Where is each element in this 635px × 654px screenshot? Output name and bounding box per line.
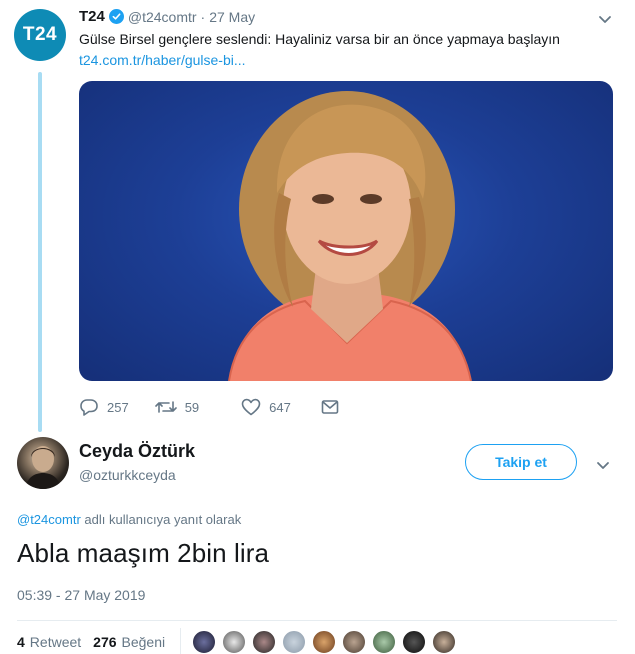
chevron-down-icon[interactable]: [596, 458, 610, 476]
reply-context: @t24comtr adlı kullanıcıya yanıt olarak: [17, 512, 241, 527]
liker-avatar[interactable]: [312, 630, 336, 654]
like-action[interactable]: 647: [241, 398, 291, 416]
reply-tweet-text: Abla maaşım 2bin lira: [17, 538, 270, 568]
avatar-logo-text: T24: [22, 24, 58, 45]
t24-avatar[interactable]: T24: [14, 9, 66, 61]
retweet-action[interactable]: 59: [154, 398, 200, 416]
header-separator: ·: [200, 8, 206, 25]
like-count: 647: [269, 399, 291, 415]
liker-avatar[interactable]: [282, 630, 306, 654]
parent-tweet-link[interactable]: t24.com.tr/haber/gulse-bi...: [79, 52, 246, 68]
reply-mention-link[interactable]: @t24comtr: [17, 512, 81, 527]
liker-avatar[interactable]: [192, 630, 216, 654]
retweet-total-label[interactable]: Retweet: [30, 634, 81, 650]
follow-button[interactable]: Takip et: [465, 444, 577, 480]
like-total-label[interactable]: Beğeni: [122, 634, 166, 650]
parent-author-handle[interactable]: @t24comtr: [128, 9, 197, 25]
portrait-illustration: [228, 91, 472, 381]
reply-author-name[interactable]: Ceyda Öztürk: [79, 441, 195, 462]
reply-timestamp[interactable]: 05:39 - 27 May 2019: [17, 587, 145, 603]
avatar-photo: [25, 446, 61, 489]
reply-author-avatar[interactable]: [17, 437, 69, 489]
reply-context-text: adlı kullanıcıya yanıt olarak: [80, 512, 242, 527]
direct-message-action[interactable]: [321, 399, 339, 415]
reply-stats: 4 Retweet 276 Beğeni: [17, 634, 165, 650]
retweet-icon: [154, 401, 177, 413]
stats-separator: [180, 628, 181, 654]
retweet-total[interactable]: 4: [17, 634, 25, 650]
like-total[interactable]: 276: [93, 634, 116, 650]
reply-action[interactable]: 257: [79, 398, 129, 416]
parent-author-name[interactable]: T24: [79, 8, 105, 25]
tweet-photo[interactable]: [79, 81, 613, 381]
liker-avatar[interactable]: [402, 630, 426, 654]
reply-icon: [80, 399, 98, 416]
liker-avatars: [192, 630, 462, 654]
parent-tweet-header: T24 @t24comtr · 27 May: [79, 8, 255, 25]
like-icon: [241, 398, 261, 416]
reply-count: 257: [107, 399, 129, 415]
parent-tweet-text: Gülse Birsel gençlere seslendi: Hayalini…: [79, 31, 560, 47]
liker-avatar[interactable]: [222, 630, 246, 654]
parent-tweet-date[interactable]: 27 May: [209, 9, 255, 25]
message-icon: [321, 400, 339, 414]
reply-author-handle[interactable]: @ozturkkceyda: [79, 467, 176, 483]
chevron-down-icon[interactable]: [598, 12, 612, 30]
parent-tweet-actions: 257 59 647: [79, 396, 339, 418]
liker-avatar[interactable]: [252, 630, 276, 654]
liker-avatar[interactable]: [342, 630, 366, 654]
thread-connector-line: [38, 72, 42, 432]
verified-badge-icon: [108, 9, 124, 24]
liker-avatar[interactable]: [432, 630, 456, 654]
retweet-count: 59: [184, 399, 200, 415]
stats-divider: [17, 620, 617, 621]
liker-avatar[interactable]: [372, 630, 396, 654]
